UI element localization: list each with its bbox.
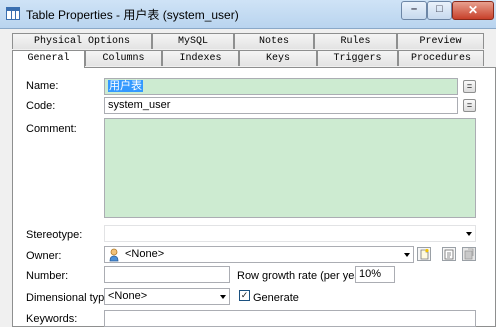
keywords-label: Keywords:	[26, 313, 78, 325]
tab-row-1: Physical Options MySQL Notes Rules Previ…	[12, 33, 484, 49]
comment-label: Comment:	[26, 123, 77, 135]
chevron-down-icon	[220, 295, 226, 299]
code-label: Code:	[26, 100, 56, 112]
code-field[interactable]: system_user	[104, 97, 458, 114]
tab-indexes[interactable]: Indexes	[162, 50, 239, 66]
tab-general[interactable]: General	[12, 50, 85, 68]
tab-row-2: General Columns Indexes Keys Triggers Pr…	[12, 50, 484, 68]
chevron-down-icon	[466, 232, 472, 236]
name-field[interactable]: 用户表	[104, 78, 458, 95]
user-icon	[109, 248, 119, 262]
tab-triggers[interactable]: Triggers	[317, 50, 398, 66]
close-button[interactable]: ✕	[452, 1, 494, 20]
tab-keys[interactable]: Keys	[239, 50, 317, 66]
stereotype-select[interactable]	[104, 225, 476, 242]
tab-preview[interactable]: Preview	[397, 33, 484, 49]
tab-columns[interactable]: Columns	[85, 50, 162, 66]
stereotype-label: Stereotype:	[26, 229, 83, 241]
table-properties-icon	[6, 7, 20, 20]
delete-icon[interactable]	[462, 247, 476, 261]
owner-label: Owner:	[26, 250, 62, 262]
keywords-field[interactable]	[104, 310, 476, 327]
generate-checkbox[interactable]: ✓	[239, 290, 250, 301]
row-growth-field[interactable]: 10%	[355, 266, 395, 283]
comment-field[interactable]	[104, 118, 476, 218]
tab-mysql[interactable]: MySQL	[152, 33, 234, 49]
chevron-down-icon	[404, 253, 410, 257]
row-growth-label: Row growth rate (per year):	[237, 270, 371, 282]
window-title: Table Properties - 用户表 (system_user)	[26, 8, 239, 22]
close-icon: ✕	[467, 3, 479, 17]
minimize-icon: –	[410, 3, 418, 15]
dimensional-type-label: Dimensional type:	[26, 292, 114, 304]
tab-rules[interactable]: Rules	[314, 33, 397, 49]
dimensional-type-select[interactable]: <None>	[104, 288, 230, 305]
code-equals-button[interactable]: =	[463, 99, 476, 112]
generate-label: Generate	[253, 292, 299, 304]
name-equals-button[interactable]: =	[463, 80, 476, 93]
name-label: Name:	[26, 80, 59, 92]
name-value: 用户表	[108, 80, 143, 92]
number-label: Number:	[26, 270, 69, 282]
tab-notes[interactable]: Notes	[234, 33, 314, 49]
dimensional-type-value: <None>	[108, 290, 148, 302]
owner-value: <None>	[125, 248, 165, 260]
title-bar: Table Properties - 用户表 (system_user) – □…	[0, 0, 496, 29]
tab-physical-options[interactable]: Physical Options	[12, 33, 152, 49]
owner-select[interactable]: <None>	[104, 246, 414, 263]
number-field[interactable]	[104, 266, 230, 283]
new-icon[interactable]	[417, 247, 431, 261]
maximize-icon: □	[436, 3, 443, 15]
maximize-button[interactable]: □	[427, 1, 452, 20]
tab-procedures[interactable]: Procedures	[398, 50, 484, 66]
properties-icon[interactable]	[442, 247, 456, 261]
minimize-button[interactable]: –	[401, 1, 427, 20]
